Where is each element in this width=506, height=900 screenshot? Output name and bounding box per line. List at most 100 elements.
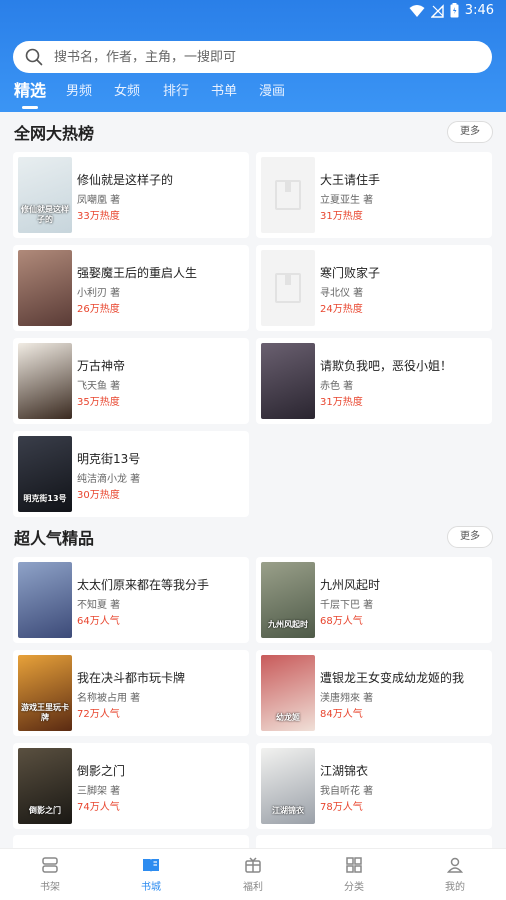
- book-title: 寒门败家子: [320, 266, 381, 280]
- nav-label: 书架: [40, 882, 60, 893]
- book-metric: 68万人气: [320, 616, 363, 627]
- book-title: 倒影之门: [77, 764, 126, 778]
- category-icon: [346, 857, 362, 873]
- nav-label: 分类: [344, 882, 364, 893]
- book-cover: [18, 343, 72, 419]
- main-content[interactable]: 全网大热榜 更多 修仙就是这样子的 修仙就是这样子的 凤嘲凰 著 33万热度 大王请住手…: [0, 112, 506, 848]
- nav-category[interactable]: 分类: [324, 855, 384, 893]
- book-title: 请欺负我吧，恶役小姐！: [320, 359, 453, 373]
- book-card[interactable]: 寒门败家子寻北仪 著 24万热度: [256, 245, 492, 331]
- cover-text: 幼龙姬: [276, 713, 300, 722]
- status-icons: 3:46: [409, 3, 494, 18]
- book-metric: 64万人气: [77, 616, 120, 627]
- search-icon: [25, 48, 43, 66]
- book-title: 强娶魔王后的重启人生: [77, 266, 198, 280]
- header: 3:46 精选 男频 女频 排行 书单 漫画: [0, 0, 506, 112]
- book-cover: 修仙就是这样子的: [18, 157, 72, 233]
- search-input[interactable]: [52, 48, 456, 66]
- book-title: 万古神帝: [77, 359, 126, 373]
- book-author: 纯洁滴小龙 著: [77, 474, 141, 485]
- book-cover: [18, 562, 72, 638]
- status-time: 3:46: [464, 3, 494, 18]
- book-card[interactable]: 修仙就是这样子的 修仙就是这样子的 凤嘲凰 著 33万热度: [13, 152, 249, 238]
- book-author: 飞天鱼 著: [77, 381, 121, 392]
- nav-bookstore[interactable]: 书城: [121, 855, 181, 893]
- nav-welfare[interactable]: 福利: [223, 855, 283, 893]
- book-card[interactable]: 九州风起时 九州风起时 千层下巴 著 68万人气: [256, 557, 492, 643]
- book-card[interactable]: 万古神帝 飞天鱼 著 35万热度: [13, 338, 249, 424]
- status-bar: 3:46: [0, 0, 506, 24]
- category-tabs: 精选 男频 女频 排行 书单 漫画: [0, 81, 506, 112]
- book-metric: 74万人气: [77, 802, 120, 813]
- book-metric: 24万热度: [320, 304, 363, 315]
- book-card[interactable]: 江湖锦衣 江湖锦衣 我自听花 著 78万人气: [256, 743, 492, 829]
- book-author: 立夏亚生 著: [320, 195, 374, 206]
- book-metric: 33万热度: [77, 211, 120, 222]
- profile-icon: [446, 857, 464, 873]
- book-metric: 26万热度: [77, 304, 120, 315]
- nav-profile[interactable]: 我的: [425, 855, 485, 893]
- signal-icon: [430, 3, 444, 18]
- book-card[interactable]: 幼龙姬 遭银龙王女变成幼龙姬的我 渼唐翙來 著 84万人气: [256, 650, 492, 736]
- book-card[interactable]: 游戏王里玩卡牌 我在决斗都市玩卡牌 名称被占用 著 72万人气: [13, 650, 249, 736]
- book-cover: 明克街13号: [18, 436, 72, 512]
- book-author: 三脚架 著: [77, 786, 121, 797]
- gift-icon: [245, 857, 261, 873]
- cover-text: 九州风起时: [268, 620, 308, 629]
- book-author: 渼唐翙來 著: [320, 693, 374, 704]
- placeholder-book-icon: [275, 273, 301, 303]
- wifi-icon: [409, 4, 425, 17]
- tab-active-indicator: [22, 106, 38, 109]
- cover-text: 江湖锦衣: [272, 806, 304, 815]
- book-title: 遭银龙王女变成幼龙姬的我: [320, 671, 465, 685]
- book-author: 我自听花 著: [320, 786, 374, 797]
- book-card-partial[interactable]: [256, 835, 492, 848]
- book-cover: 幼龙姬: [261, 655, 315, 731]
- tab-comics[interactable]: 漫画: [259, 82, 285, 102]
- book-author: 不知夏 著: [77, 600, 121, 611]
- book-author: 寻北仪 著: [320, 288, 364, 299]
- book-title: 九州风起时: [320, 578, 381, 592]
- tab-female[interactable]: 女频: [114, 82, 140, 102]
- book-title: 明克街13号: [77, 452, 141, 466]
- book-cover: 倒影之门: [18, 748, 72, 824]
- book-author: 千层下巴 著: [320, 600, 374, 611]
- tab-ranking[interactable]: 排行: [163, 82, 189, 102]
- book-card[interactable]: 请欺负我吧，恶役小姐！ 赤色 著 31万热度: [256, 338, 492, 424]
- book-card[interactable]: 明克街13号 明克街13号 纯洁滴小龙 著 30万热度: [13, 431, 249, 517]
- book-author: 小利刃 著: [77, 288, 121, 299]
- more-button[interactable]: 更多: [447, 526, 493, 548]
- book-metric: 72万人气: [77, 709, 120, 720]
- tab-male[interactable]: 男频: [66, 82, 92, 102]
- cover-text: 明克街13号: [23, 494, 67, 503]
- book-card[interactable]: 太太们原来都在等我分手 不知夏 著 64万人气: [13, 557, 249, 643]
- cover-text: 修仙就是这样子的: [21, 205, 69, 224]
- book-cover: 九州风起时: [261, 562, 315, 638]
- book-cover: [18, 250, 72, 326]
- cover-text: 倒影之门: [29, 806, 61, 815]
- section-header-popular: 超人气精品 更多: [0, 517, 506, 557]
- book-card[interactable]: 大王请住手 立夏亚生 著 31万热度: [256, 152, 492, 238]
- book-card-partial[interactable]: [13, 835, 249, 848]
- section-header-hot: 全网大热榜 更多: [0, 112, 506, 152]
- book-cover: [261, 343, 315, 419]
- nav-label: 书城: [141, 882, 161, 893]
- book-metric: 31万热度: [320, 211, 363, 222]
- tab-featured[interactable]: 精选: [14, 81, 46, 101]
- cover-text: 游戏王里玩卡牌: [21, 703, 69, 722]
- book-title: 太太们原来都在等我分手: [77, 578, 210, 592]
- nav-bookshelf[interactable]: 书架: [20, 855, 80, 893]
- book-metric: 30万热度: [77, 490, 120, 501]
- section-title: 全网大热榜: [14, 124, 95, 143]
- bookstore-icon: [143, 859, 159, 872]
- book-author: 名称被占用 著: [77, 693, 141, 704]
- bottom-nav: 书架 书城 福利 分类 我的: [0, 848, 506, 900]
- more-button[interactable]: 更多: [447, 121, 493, 143]
- search-bar[interactable]: [13, 41, 492, 73]
- book-card[interactable]: 倒影之门 倒影之门 三脚架 著 74万人气: [13, 743, 249, 829]
- book-metric: 31万热度: [320, 397, 363, 408]
- book-card[interactable]: 强娶魔王后的重启人生 小利刃 著 26万热度: [13, 245, 249, 331]
- nav-label: 我的: [445, 882, 465, 893]
- tab-booklist[interactable]: 书单: [211, 82, 237, 102]
- section-title: 超人气精品: [14, 529, 95, 548]
